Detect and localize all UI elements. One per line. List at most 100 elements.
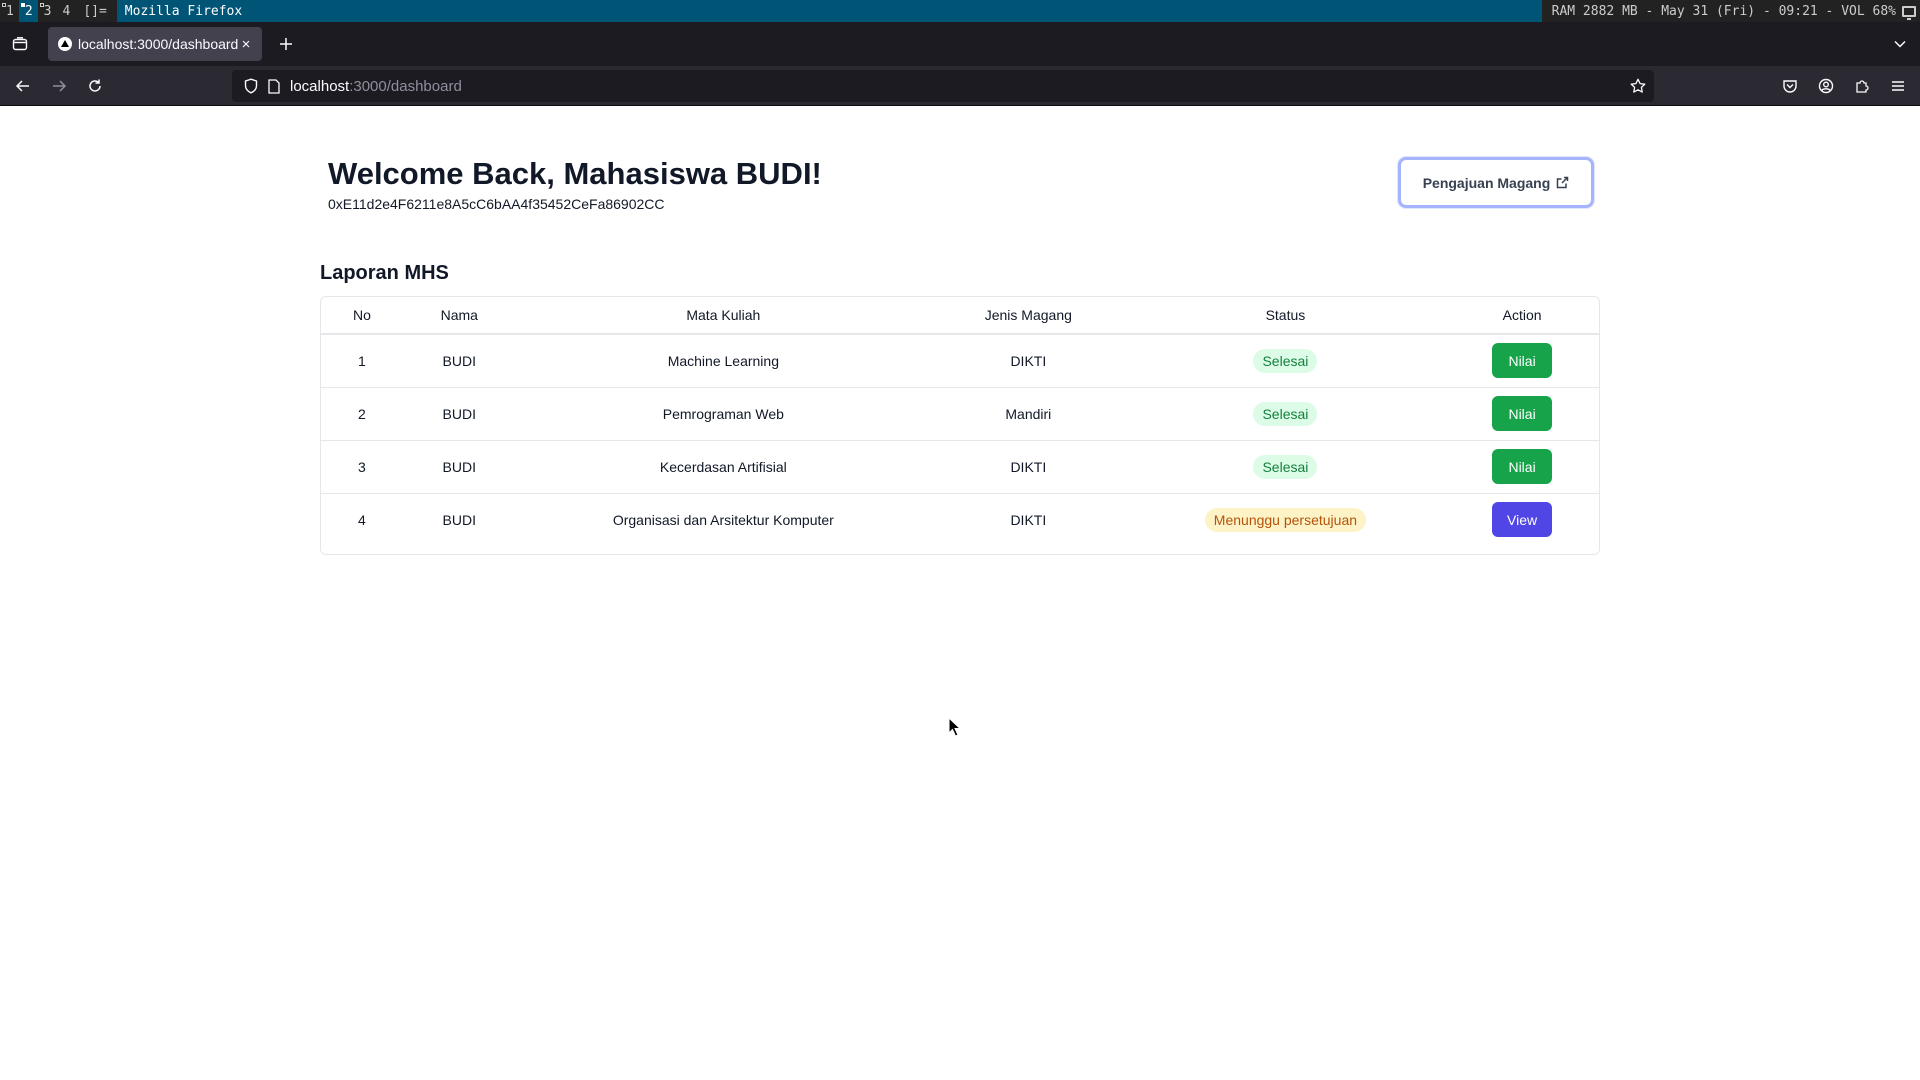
url-bar[interactable]: localhost:3000/dashboard (232, 70, 1654, 102)
dashboard-header: Welcome Back, Mahasiswa BUDI! 0xE11d2e4F… (328, 156, 822, 212)
nilai-button[interactable]: Nilai (1492, 343, 1553, 379)
column-header-mata-kuliah: Mata Kuliah (686, 307, 761, 323)
cell-mata-kuliah: Organisasi dan Arsitektur Komputer (612, 511, 834, 528)
wallet-address: 0xE11d2e4F6211e8A5cC6bAA4f35452CeFa86902… (328, 196, 665, 212)
cell-status: Menunggu persetujuan (1126, 493, 1446, 546)
workspace-3[interactable]: 3 (38, 0, 57, 22)
welcome-heading: Welcome Back, Mahasiswa BUDI! (328, 156, 822, 191)
navigation-toolbar: localhost:3000/dashboard (0, 66, 1920, 106)
account-button[interactable] (1810, 70, 1842, 102)
arrow-left-icon (15, 79, 29, 92)
page-content: Welcome Back, Mahasiswa BUDI! 0xE11d2e4F… (0, 107, 1920, 1080)
tab-strip: localhost:3000/dashboard × (0, 22, 1920, 66)
firefox-view-button[interactable] (0, 22, 40, 66)
url-host: localhost (290, 77, 350, 95)
list-all-tabs-button[interactable] (1880, 37, 1920, 51)
reload-button[interactable] (79, 70, 111, 102)
nilai-button[interactable]: Nilai (1492, 396, 1553, 431)
cell-jenis-magang: Mandiri (1005, 405, 1052, 422)
view-button[interactable]: View (1492, 502, 1553, 538)
column-header-status: Status (1265, 307, 1306, 323)
extensions-button[interactable] (1846, 70, 1878, 102)
cell-jenis-magang: DIKTI (1010, 511, 1047, 528)
cell-jenis-magang: DIKTI (1010, 352, 1047, 369)
page-info-icon[interactable] (268, 78, 280, 94)
cell-status: Selesai (1126, 440, 1446, 493)
tracking-protection-shield-icon[interactable] (244, 78, 258, 94)
cell-status: Selesai (1126, 334, 1446, 387)
system-status-text: RAM 2882 MB - May 31 (Fri) - 09:21 - VOL… (1551, 3, 1896, 19)
pengajuan-magang-label: Pengajuan Magang (1422, 174, 1551, 191)
cell-action: Nilai (1445, 440, 1599, 493)
cell-mata-kuliah: Pemrograman Web (662, 405, 784, 422)
pocket-button[interactable] (1774, 70, 1806, 102)
status-badge: Menunggu persetujuan (1204, 507, 1367, 532)
cell-status: Selesai (1126, 387, 1446, 440)
favicon-icon (58, 37, 72, 51)
cell-no: 2 (358, 405, 366, 422)
tab-title: localhost:3000/dashboard (78, 36, 238, 52)
table-row: 1 BUDI Machine Learning DIKTI Selesai Ni… (321, 334, 1599, 387)
bookmark-star-icon[interactable] (1630, 78, 1646, 94)
url-text[interactable]: localhost:3000/dashboard (290, 78, 462, 95)
status-badge: Selesai (1253, 348, 1318, 373)
pengajuan-magang-button[interactable]: Pengajuan Magang (1398, 157, 1594, 208)
cell-nama: BUDI (442, 352, 476, 369)
firefox-view-icon (12, 37, 28, 51)
back-button[interactable] (7, 70, 39, 102)
cell-jenis-magang: DIKTI (1010, 458, 1047, 475)
tab-dashboard[interactable]: localhost:3000/dashboard × (48, 27, 262, 61)
column-header-action: Action (1502, 307, 1542, 323)
workspace-label: 4 (62, 3, 71, 19)
workspace-4[interactable]: 4 (56, 0, 75, 22)
workspace-occupied-indicator (20, 3, 25, 7)
plus-icon (280, 38, 292, 50)
chevron-down-icon (1894, 40, 1906, 48)
pocket-icon (1783, 80, 1797, 93)
cell-mata-kuliah: Machine Learning (667, 352, 779, 369)
url-path: :3000/dashboard (349, 77, 462, 95)
table-row: 2 BUDI Pemrograman Web Mandiri Selesai N… (321, 387, 1599, 440)
cell-mata-kuliah: Kecerdasan Artifisial (659, 458, 787, 475)
cell-action: Nilai (1445, 387, 1599, 440)
cell-no: 1 (358, 352, 366, 369)
account-icon (1818, 78, 1834, 94)
cell-nama: BUDI (442, 458, 476, 475)
window-title: Mozilla Firefox (116, 0, 1542, 22)
puzzle-icon (1856, 80, 1869, 93)
column-header-nama: Nama (440, 307, 478, 323)
tab-close-icon[interactable]: × (238, 36, 254, 53)
workspace-2[interactable]: 2 (18, 0, 38, 22)
workspace-occupied-indicator (2, 3, 6, 7)
laporan-table: No Nama Mata Kuliah Jenis Magang Status … (320, 296, 1600, 555)
menu-button[interactable] (1882, 70, 1914, 102)
cell-nama: BUDI (442, 405, 476, 422)
column-header-no: No (352, 307, 371, 323)
arrow-right-icon (53, 79, 67, 92)
mouse-cursor-icon (948, 717, 962, 737)
layout-indicator[interactable]: []= (75, 4, 116, 19)
workspace-occupied-indicator (39, 3, 44, 7)
toolbar-right-group (1770, 70, 1920, 102)
nilai-button[interactable]: Nilai (1492, 449, 1553, 484)
column-header-jenis-magang: Jenis Magang (984, 307, 1072, 323)
cell-action: View (1445, 493, 1599, 546)
status-badge: Selesai (1253, 401, 1318, 426)
forward-button[interactable] (43, 70, 75, 102)
workspace-label: 3 (43, 3, 52, 19)
wm-status-bar: 1 2 3 4 []= Mozilla Firefox RAM 2882 MB … (0, 0, 1920, 22)
section-title-laporan: Laporan MHS (320, 262, 449, 284)
cell-nama: BUDI (442, 511, 476, 528)
status-badge: Selesai (1253, 454, 1318, 479)
monitor-icon (1902, 5, 1916, 20)
hamburger-menu-icon (1892, 81, 1904, 91)
cell-action: Nilai (1445, 334, 1599, 387)
cell-no: 3 (358, 458, 366, 475)
reload-icon (89, 79, 101, 92)
workspace-1[interactable]: 1 (0, 0, 19, 22)
new-tab-button[interactable] (268, 27, 304, 61)
workspace-label: 1 (6, 3, 14, 19)
table-row: 3 BUDI Kecerdasan Artifisial DIKTI Seles… (321, 440, 1599, 493)
table-row: 4 BUDI Organisasi dan Arsitektur Kompute… (321, 493, 1599, 546)
system-status: RAM 2882 MB - May 31 (Fri) - 09:21 - VOL… (1541, 0, 1920, 22)
